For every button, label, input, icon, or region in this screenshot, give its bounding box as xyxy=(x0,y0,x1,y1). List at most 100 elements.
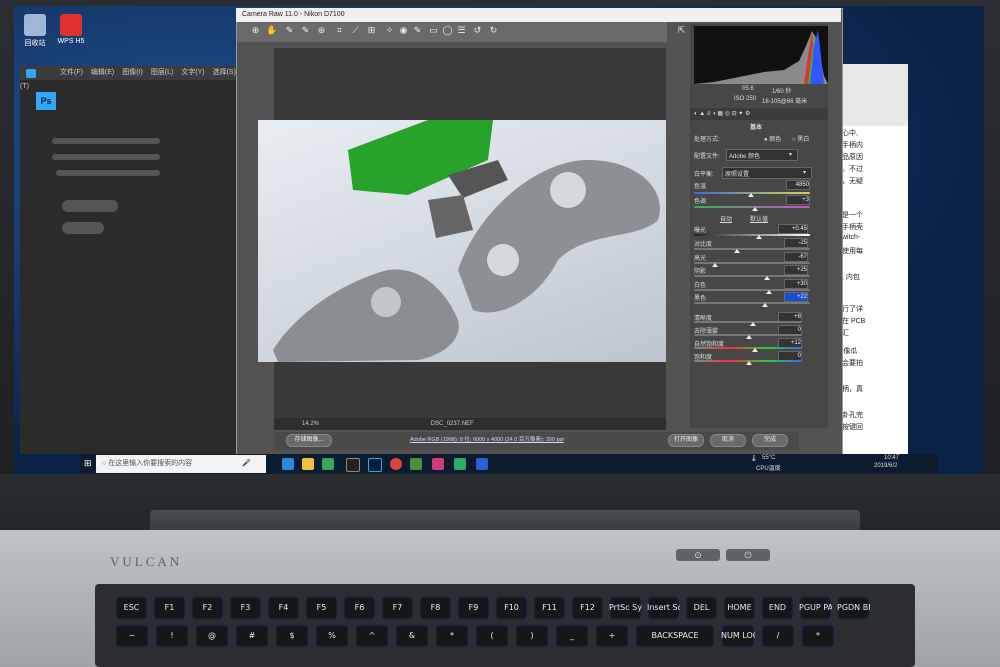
gradient-filter-icon[interactable]: ▭ xyxy=(428,25,439,36)
ps-menu-file[interactable]: 文件(F) xyxy=(60,69,83,76)
file-explorer-icon[interactable] xyxy=(302,458,314,470)
tint-value[interactable]: +3 xyxy=(786,195,810,205)
fullscreen-icon[interactable]: ⇱ xyxy=(676,25,687,36)
taskbar-search-box[interactable]: ○ 在这里输入你要搜索的内容 🎤 xyxy=(96,455,266,473)
tint-slider-thumb[interactable] xyxy=(752,207,758,211)
key-num-lock[interactable]: NUM LOCK xyxy=(721,624,755,648)
key--[interactable]: % xyxy=(315,624,349,648)
ps-menu-type[interactable]: 文字(Y) xyxy=(181,69,204,76)
contrast-slider[interactable] xyxy=(694,248,810,250)
white-balance-select[interactable]: 原照设置 ▾ xyxy=(722,167,812,179)
auto-link[interactable]: 自动 xyxy=(720,214,732,223)
key-pgup-pause[interactable]: PGUP PAUSE xyxy=(799,596,832,620)
highlights-slider-thumb[interactable] xyxy=(712,263,718,267)
key--[interactable]: + xyxy=(595,624,629,648)
straighten-tool-icon[interactable]: ⟋ xyxy=(350,25,361,36)
key-f4[interactable]: F4 xyxy=(267,596,300,620)
clock-time[interactable]: 10:47 xyxy=(884,455,899,461)
key-f11[interactable]: F11 xyxy=(533,596,566,620)
key-backspace[interactable]: BACKSPACE xyxy=(635,624,715,648)
whites-slider[interactable] xyxy=(694,289,810,291)
clarity-slider[interactable] xyxy=(694,321,802,323)
key--[interactable]: @ xyxy=(195,624,229,648)
exposure-slider-thumb[interactable] xyxy=(756,235,762,239)
clarity-slider-thumb[interactable] xyxy=(750,322,756,326)
contrast-value[interactable]: -25 xyxy=(784,238,808,248)
key-f7[interactable]: F7 xyxy=(381,596,414,620)
key--[interactable]: / xyxy=(761,624,795,648)
key-f12[interactable]: F12 xyxy=(571,596,604,620)
blacks-slider-thumb[interactable] xyxy=(762,303,768,307)
key-pgdn-break[interactable]: PGDN BREAK xyxy=(837,596,870,620)
key--[interactable]: # xyxy=(235,624,269,648)
ps-menu-image[interactable]: 图像(I) xyxy=(122,69,143,76)
vibrance-slider[interactable] xyxy=(694,347,802,349)
chrome-icon[interactable] xyxy=(390,458,402,470)
white-balance-tool-icon[interactable]: ✎ xyxy=(284,25,295,36)
target-adjust-icon[interactable]: ⊛ xyxy=(316,25,327,36)
temp-value[interactable]: 4850 xyxy=(786,180,810,190)
control-center-button[interactable]: ⊙ xyxy=(676,549,720,561)
rotate-cw-icon[interactable]: ↻ xyxy=(488,25,499,36)
save-image-button[interactable]: 存储图像... xyxy=(286,434,332,447)
key-f1[interactable]: F1 xyxy=(153,596,186,620)
whites-value[interactable]: +30 xyxy=(784,279,808,289)
contrast-slider-thumb[interactable] xyxy=(734,249,740,253)
key-f6[interactable]: F6 xyxy=(343,596,376,620)
transform-tool-icon[interactable]: ⊞ xyxy=(366,25,377,36)
radial-filter-icon[interactable]: ◯ xyxy=(442,25,453,36)
cancel-button[interactable]: 取消 xyxy=(710,434,746,447)
default-link[interactable]: 默认值 xyxy=(750,214,768,223)
wechat-icon[interactable] xyxy=(454,458,466,470)
desktop-icon-wps[interactable]: WPS H5 xyxy=(54,14,88,45)
workflow-options-link[interactable]: Adobe RGB (1998); 8 位; 6000 x 4000 (24.0… xyxy=(410,435,564,443)
key-f10[interactable]: F10 xyxy=(495,596,528,620)
temp-slider-thumb[interactable] xyxy=(748,193,754,197)
app-icon[interactable] xyxy=(410,458,422,470)
key--[interactable]: * xyxy=(801,624,835,648)
key--[interactable]: ( xyxy=(475,624,509,648)
red-eye-icon[interactable]: ◉ xyxy=(398,25,409,36)
zoom-level[interactable]: 14.2% xyxy=(302,421,319,427)
treatment-color-radio[interactable]: ● 颜色 xyxy=(764,134,781,143)
whites-slider-thumb[interactable] xyxy=(766,290,772,294)
rotate-ccw-icon[interactable]: ↺ xyxy=(472,25,483,36)
preferences-icon[interactable]: ☰ xyxy=(456,25,467,36)
treatment-bw-radio[interactable]: ○ 黑白 xyxy=(792,134,809,143)
key--[interactable]: ! xyxy=(155,624,189,648)
color-sampler-icon[interactable]: ✎ xyxy=(300,25,311,36)
key--[interactable]: * xyxy=(435,624,469,648)
key-prtsc-sysrq[interactable]: PrtSc SysRq xyxy=(609,596,642,620)
clock-date[interactable]: 2019/6/2 xyxy=(874,463,897,469)
key-f2[interactable]: F2 xyxy=(191,596,224,620)
desktop-icon-recycle-bin[interactable]: 回收站 xyxy=(18,14,52,48)
ps-menu-layer[interactable]: 图层(L) xyxy=(151,69,174,76)
blacks-value[interactable]: +22 xyxy=(784,292,808,302)
app-icon[interactable] xyxy=(346,458,360,472)
shadows-slider[interactable] xyxy=(694,275,810,277)
key-insert-scrlk[interactable]: Insert ScrLk xyxy=(647,596,680,620)
saturation-slider-thumb[interactable] xyxy=(746,361,752,365)
vibrance-slider-thumb[interactable] xyxy=(752,348,758,352)
start-windows-icon[interactable]: ⊞ xyxy=(84,458,94,468)
hand-tool-icon[interactable]: ✋ xyxy=(266,25,277,36)
crop-tool-icon[interactable]: ⌗ xyxy=(334,25,345,36)
key--[interactable]: _ xyxy=(555,624,589,648)
spot-removal-icon[interactable]: ✧ xyxy=(384,25,395,36)
exposure-value[interactable]: +0.45 xyxy=(778,224,808,234)
open-image-button[interactable]: 打开图像 xyxy=(668,434,704,447)
app-icon[interactable] xyxy=(476,458,488,470)
key-home[interactable]: HOME xyxy=(723,596,756,620)
shadows-value[interactable]: +25 xyxy=(784,265,808,275)
key-esc[interactable]: ESC xyxy=(115,596,148,620)
blacks-slider[interactable] xyxy=(694,302,810,304)
key-f5[interactable]: F5 xyxy=(305,596,338,620)
store-icon[interactable] xyxy=(322,458,334,470)
edge-icon[interactable] xyxy=(282,458,294,470)
key--[interactable]: ^ xyxy=(355,624,389,648)
done-button[interactable]: 完成 xyxy=(752,434,788,447)
ps-menu-edit[interactable]: 编辑(E) xyxy=(91,69,114,76)
key-f9[interactable]: F9 xyxy=(457,596,490,620)
zoom-tool-icon[interactable]: ⊕ xyxy=(250,25,261,36)
key-f8[interactable]: F8 xyxy=(419,596,452,620)
